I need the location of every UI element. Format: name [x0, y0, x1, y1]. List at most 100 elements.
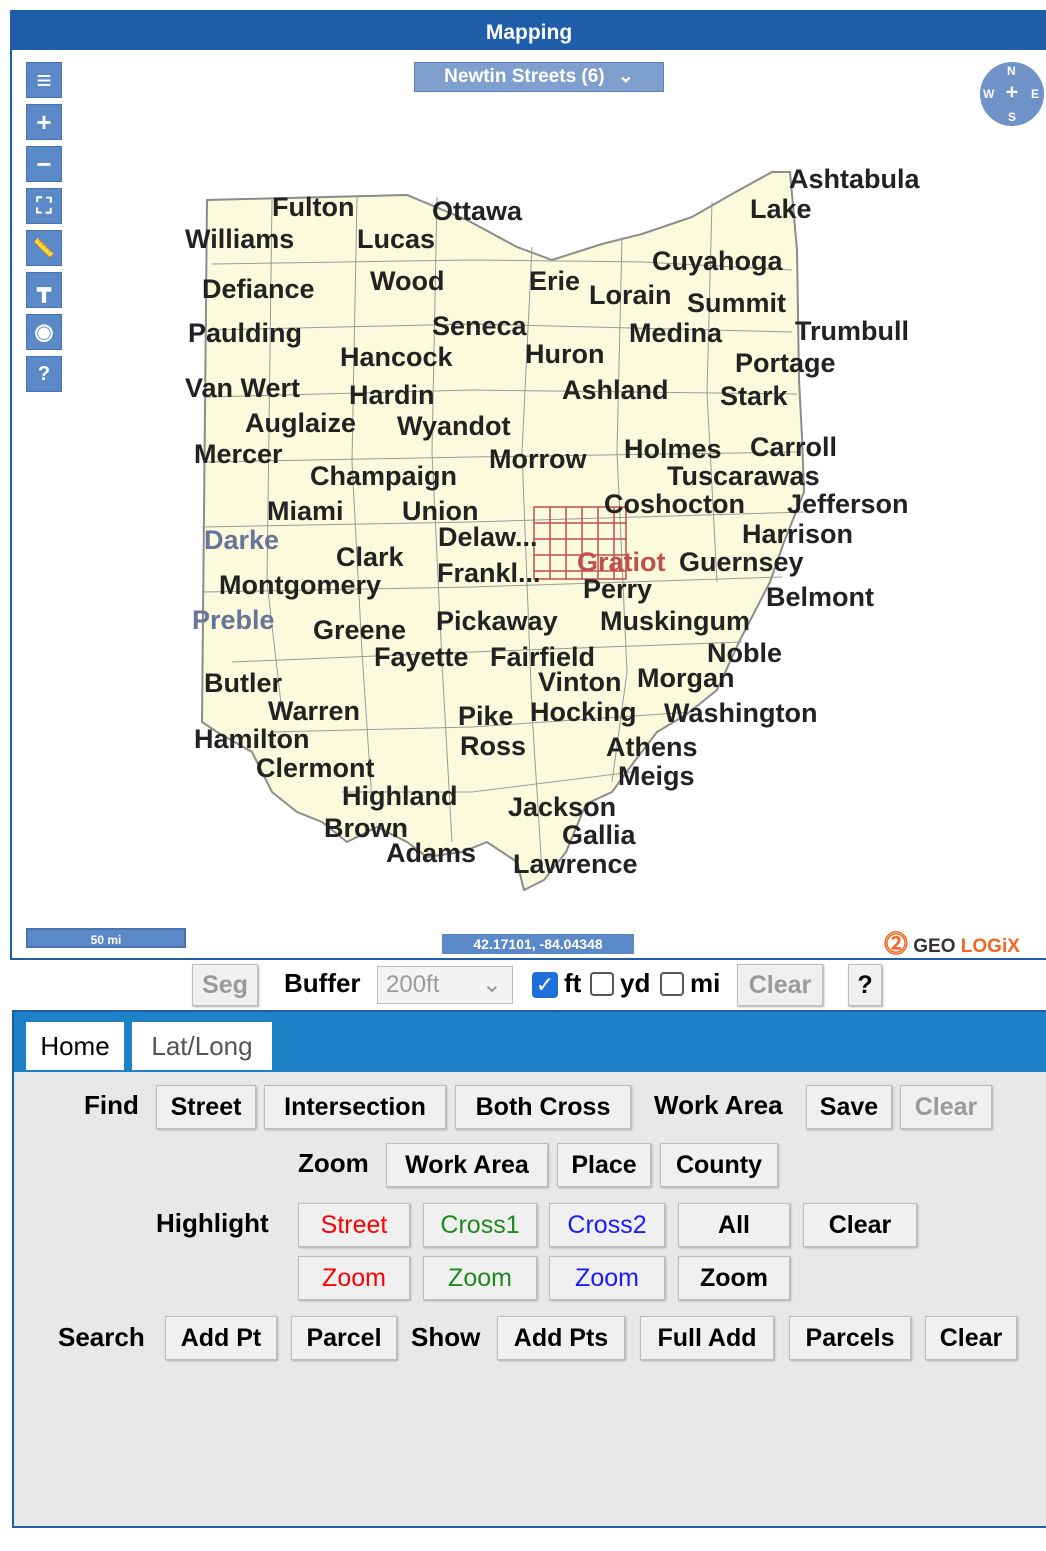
highlight-all-button[interactable]: All	[678, 1203, 790, 1247]
buffer-help-button[interactable]: ?	[848, 964, 882, 1006]
county-label: Holmes	[624, 434, 722, 464]
county-label: Athens	[606, 732, 698, 762]
compass-e: E	[1031, 87, 1040, 101]
zoom-street-button[interactable]: Zoom	[298, 1256, 410, 1300]
search-add-pt-button[interactable]: Add Pt	[165, 1316, 277, 1360]
county-label: Morgan	[637, 663, 735, 693]
logo-geo: GEO	[913, 936, 956, 957]
work-area-label: Work Area	[654, 1090, 783, 1120]
tab-home[interactable]: Home	[26, 1022, 124, 1070]
county-label: Hocking	[530, 697, 637, 727]
highlight-street-button[interactable]: Street	[298, 1203, 410, 1247]
highlight-cross1-button[interactable]: Cross1	[423, 1203, 537, 1247]
tab-lat-long[interactable]: Lat/Long	[132, 1022, 272, 1070]
county-label: Ottawa	[432, 196, 523, 226]
county-label: Hamilton	[194, 724, 310, 754]
county-label: Darke	[204, 525, 279, 555]
county-label: Belmont	[766, 582, 874, 612]
zoom-work-area-button[interactable]: Work Area	[386, 1143, 548, 1187]
county-label: Seneca	[432, 311, 528, 341]
county-label: Adams	[386, 838, 476, 868]
ft-checkbox[interactable]: ✓	[532, 972, 558, 998]
show-label: Show	[411, 1322, 481, 1352]
scale-bar: 50 mi	[26, 928, 186, 948]
county-label: Miami	[267, 496, 344, 526]
yd-checkbox[interactable]	[590, 972, 614, 996]
yd-label: yd	[620, 968, 651, 998]
show-clear-button[interactable]: Clear	[925, 1316, 1017, 1360]
zoom-place-button[interactable]: Place	[557, 1143, 651, 1187]
county-label: Butler	[204, 668, 283, 698]
compass-icon[interactable]: N W E S ✛	[980, 62, 1044, 126]
county-label: Ashland	[562, 375, 669, 405]
county-label: Frankl...	[437, 558, 541, 588]
search-label: Search	[58, 1322, 145, 1352]
zoom-cross1-button[interactable]: Zoom	[423, 1256, 537, 1300]
county-label: Portage	[735, 348, 836, 378]
show-parcels-button[interactable]: Parcels	[789, 1316, 911, 1360]
zoom-label: Zoom	[298, 1148, 369, 1178]
county-label: Highland	[342, 781, 458, 811]
show-add-pts-button[interactable]: Add Pts	[497, 1316, 625, 1360]
map-panel: Mapping ≡ + − ⛶ 📏 ┳ ◉ ? Newtin Streets (…	[10, 10, 1046, 960]
visibility-icon[interactable]: ◉	[26, 314, 62, 350]
buffer-label: Buffer	[284, 968, 361, 998]
county-label: Lucas	[357, 224, 435, 254]
zoom-cross2-button[interactable]: Zoom	[549, 1256, 665, 1300]
county-label: Erie	[529, 266, 580, 296]
help-icon[interactable]: ?	[26, 356, 62, 392]
county-label: Muskingum	[600, 606, 750, 636]
mi-checkbox[interactable]	[660, 972, 684, 996]
seg-button[interactable]: Seg	[192, 964, 258, 1006]
county-label: Medina	[629, 318, 723, 348]
measure-icon[interactable]: 📏	[26, 230, 62, 266]
county-label: Stark	[720, 381, 789, 411]
ohio-map[interactable]: AshtabulaLake Fulton Ottawa Williams Lucas Cu…	[172, 152, 962, 912]
buffer-clear-button[interactable]: Clear	[737, 964, 823, 1006]
buffer-select-value: 200ft	[386, 971, 440, 998]
map-toolbar: ≡ + − ⛶ 📏 ┳ ◉ ?	[26, 62, 66, 398]
full-extent-icon[interactable]: ⛶	[26, 188, 62, 224]
county-label: Washington	[664, 698, 817, 728]
county-label: Summit	[687, 288, 786, 318]
county-label: Lake	[750, 194, 812, 224]
menu-icon[interactable]: ≡	[26, 62, 62, 98]
zoom-in-icon[interactable]: +	[26, 104, 62, 140]
county-label: Pickaway	[436, 606, 558, 636]
county-label: Defiance	[202, 274, 315, 304]
highlight-clear-button[interactable]: Clear	[803, 1203, 917, 1247]
buffer-toolbar: Seg Buffer 200ft ⌄ ✓ ft yd mi Clear ?	[0, 960, 1046, 1010]
layer-select[interactable]: Newtin Streets (6) ⌄	[414, 62, 664, 92]
zoom-out-icon[interactable]: −	[26, 146, 62, 182]
compass-w: W	[983, 87, 995, 101]
county-label: Fayette	[374, 642, 469, 672]
chevron-down-icon: ⌄	[617, 66, 634, 87]
county-label: Auglaize	[245, 408, 356, 438]
county-label: Pike	[458, 701, 514, 731]
work-area-clear-button[interactable]: Clear	[900, 1085, 992, 1129]
layer-select-label: Newtin Streets (6)	[444, 66, 605, 87]
search-panel: Home Lat/Long Find Street Intersection B…	[12, 1010, 1046, 1528]
county-label: Gallia	[562, 820, 637, 850]
work-area-save-button[interactable]: Save	[806, 1085, 892, 1129]
county-label: Vinton	[538, 667, 622, 697]
panel-title: Mapping	[12, 12, 1046, 50]
logo-logix: LOGiX	[960, 936, 1020, 957]
county-label: Huron	[525, 339, 604, 369]
street-view-icon[interactable]: ┳	[26, 272, 62, 308]
compass-n: N	[1007, 64, 1016, 78]
zoom-county-button[interactable]: County	[660, 1143, 778, 1187]
find-both-cross-button[interactable]: Both Cross	[455, 1085, 631, 1129]
find-street-button[interactable]: Street	[156, 1085, 256, 1129]
find-intersection-button[interactable]: Intersection	[264, 1085, 446, 1129]
highlight-cross2-button[interactable]: Cross2	[549, 1203, 665, 1247]
show-full-add-button[interactable]: Full Add	[640, 1316, 774, 1360]
county-label: Wood	[370, 266, 444, 296]
search-parcel-button[interactable]: Parcel	[291, 1316, 397, 1360]
logo-icon: ⓶	[884, 931, 908, 958]
county-label: Tuscarawas	[667, 461, 820, 491]
county-label: Carroll	[750, 432, 837, 462]
county-label: Lawrence	[513, 849, 638, 879]
zoom-all-button[interactable]: Zoom	[678, 1256, 790, 1300]
buffer-select[interactable]: 200ft ⌄	[377, 966, 513, 1004]
